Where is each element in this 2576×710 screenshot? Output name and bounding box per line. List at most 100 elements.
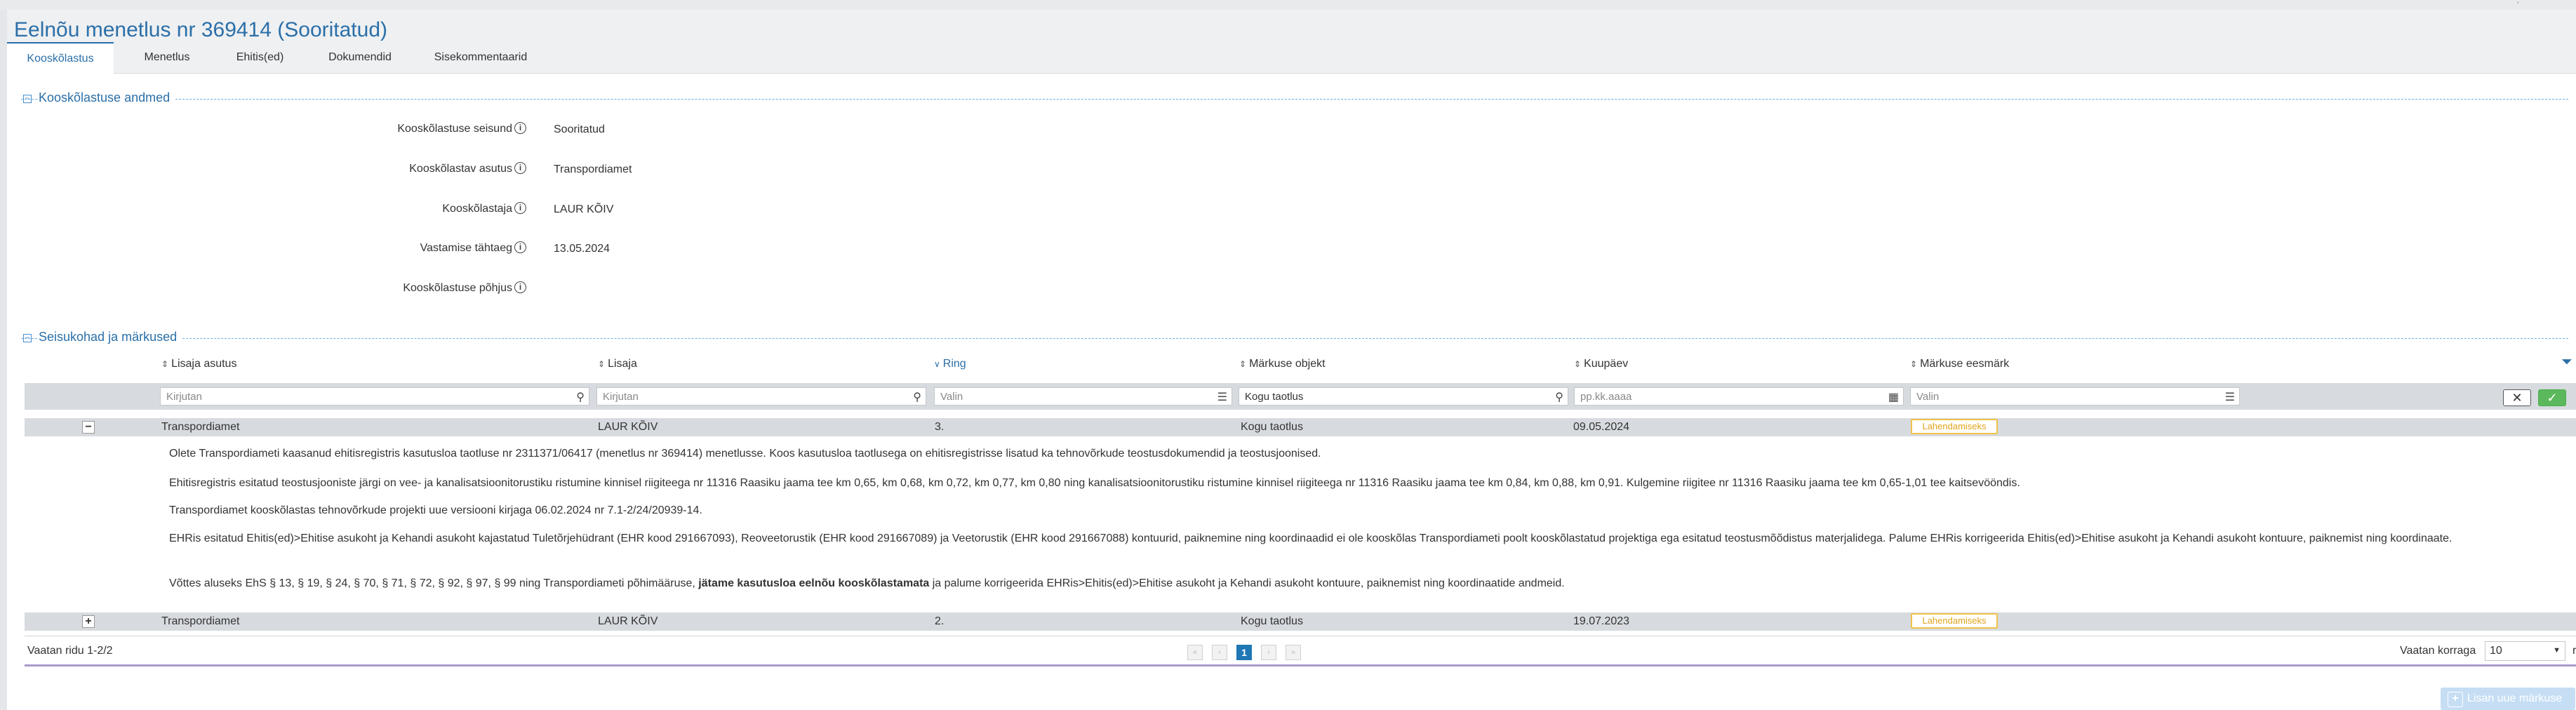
column-label: Lisaja [608, 358, 637, 370]
column-header-lisaja[interactable]: ⇕ Lisaja [598, 358, 637, 370]
page-size-suffix: rida [2572, 645, 2576, 657]
first-page-button[interactable]: « [1187, 645, 1203, 660]
info-icon[interactable]: i [514, 281, 526, 293]
tab-sisekommentaarid[interactable]: Sisekommentaarid [421, 42, 540, 73]
column-label: Kuupäev [1584, 358, 1629, 370]
column-label: Märkuse eesmärk [1920, 358, 2010, 370]
top-bar: ' [0, 0, 2576, 11]
detail-paragraph: Võttes aluseks EhS § 13, § 19, § 24, § 7… [169, 576, 2534, 591]
sort-icon: ⇕ [161, 359, 169, 369]
info-icon[interactable]: i [514, 162, 526, 174]
left-strip [0, 10, 7, 710]
list-icon[interactable]: ☰ [2225, 390, 2235, 404]
sort-icon: ⇕ [1239, 359, 1247, 369]
calendar-icon[interactable]: ▦ [1888, 390, 1899, 404]
field-asutus: Kooskõlastav asutus i Transpordiamet [0, 159, 842, 179]
filter-ring[interactable]: Valin ☰ [934, 387, 1232, 406]
filter-lisaja-asutus[interactable]: Kirjutan ⚲ [160, 387, 589, 406]
status-badge: Lahendamiseks [1911, 613, 1998, 629]
field-label: Kooskõlastuse seisund [397, 123, 512, 135]
table-row[interactable]: − Transpordiamet LAUR KÕIV 3. Kogu taotl… [25, 418, 2576, 436]
page-button-current[interactable]: 1 [1236, 645, 1252, 660]
cell-asutus: Transpordiamet [161, 615, 240, 627]
section-kooskolastuse-andmed: − Kooskõlastuse andmed [21, 91, 2568, 109]
tab-menetlus[interactable]: Menetlus [128, 42, 206, 73]
filter-markuse-objekt[interactable]: Kogu taotlus ⚲ [1239, 387, 1568, 406]
detail-paragraph: EHRis esitatud Ehitis(ed)>Ehitise asukoh… [169, 532, 2452, 544]
tab-ehitised[interactable]: Ehitis(ed) [220, 42, 300, 73]
last-page-button[interactable]: » [1286, 645, 1301, 660]
column-header-markuse-eesmark[interactable]: ⇕ Märkuse eesmärk [1910, 358, 2009, 370]
column-header-lisaja-asutus[interactable]: ⇕ Lisaja asutus [161, 358, 236, 370]
filter-placeholder: pp.kk.aaaa [1580, 391, 1632, 403]
sort-icon: ⇕ [598, 359, 606, 369]
info-icon[interactable]: i [514, 122, 526, 134]
page-size-select[interactable]: 10 ▼ [2485, 641, 2565, 661]
collapse-row-button[interactable]: − [82, 421, 95, 434]
filter-markuse-eesmark[interactable]: Valin ☰ [1910, 387, 2240, 406]
field-kooskolastaja: Kooskõlastaja i LAUR KÕIV [0, 199, 842, 219]
detail-paragraph: Transpordiamet kooskõlastas tehnovõrkude… [169, 504, 702, 516]
sort-icon: ⇕ [1910, 359, 1918, 369]
search-icon[interactable]: ⚲ [1555, 390, 1563, 404]
filter-value: Kogu taotlus [1245, 391, 1304, 403]
column-label: Märkuse objekt [1249, 358, 1326, 370]
section-divider [21, 338, 2568, 339]
detail-paragraph: Ehitisregistris esitatud teostusjooniste… [169, 477, 2020, 489]
plus-icon: + [2448, 692, 2463, 707]
filter-bar: Kirjutan ⚲ Kirjutan ⚲ Valin ☰ Kogu taotl… [25, 383, 2576, 410]
cell-kuupaev: 19.07.2023 [1573, 615, 1630, 627]
sort-desc-icon: ∨ [934, 359, 940, 369]
page-size-value: 10 [2490, 645, 2502, 657]
sort-icon: ⇕ [1574, 359, 1582, 369]
expand-row-button[interactable]: + [82, 615, 95, 628]
section-seisukohad: − Seisukohad ja märkused [21, 330, 2568, 348]
search-icon[interactable]: ⚲ [576, 390, 585, 404]
field-label: Kooskõlastav asutus [409, 163, 512, 175]
next-page-button[interactable]: › [1261, 645, 1276, 660]
detail-paragraph: Olete Transpordiameti kaasanud ehitisreg… [169, 448, 1321, 460]
field-label: Kooskõlastuse põhjus [403, 282, 512, 294]
add-remark-label: Lisan uue märkuse [2467, 692, 2563, 704]
filter-lisaja[interactable]: Kirjutan ⚲ [596, 387, 926, 406]
tab-dokumendid[interactable]: Dokumendid [314, 42, 406, 73]
filter-kuupaev[interactable]: pp.kk.aaaa ▦ [1574, 387, 1904, 406]
detail-text-bold: jätame kasutusloa eelnõu kooskõlastamata [698, 577, 930, 589]
cell-lisaja: LAUR KÕIV [598, 421, 658, 433]
clear-filter-button[interactable]: ✕ [2503, 389, 2531, 406]
column-header-kuupaev[interactable]: ⇕ Kuupäev [1574, 358, 1628, 370]
cell-lisaja: LAUR KÕIV [598, 615, 658, 627]
list-icon[interactable]: ☰ [1217, 390, 1227, 404]
table-footer: Vaatan ridu 1-2/2 « ‹ 1 › » Vaatan korra… [25, 636, 2576, 667]
filter-funnel-icon[interactable]: ⏷ [2561, 354, 2572, 370]
field-value: Transpordiamet [554, 163, 632, 175]
detail-text: Võttes aluseks EhS § 13, § 19, § 24, § 7… [169, 577, 699, 589]
status-badge: Lahendamiseks [1911, 419, 1998, 434]
tab-kooskolastus[interactable]: Kooskõlastus [7, 42, 114, 74]
table-row[interactable]: + Transpordiamet LAUR KÕIV 2. Kogu taotl… [25, 612, 2576, 631]
column-label: Ring [942, 358, 966, 370]
cell-asutus: Transpordiamet [161, 421, 240, 433]
field-pohjus: Kooskõlastuse põhjus i [0, 279, 842, 298]
collapse-toggle-icon[interactable]: − [23, 94, 32, 103]
prev-page-button[interactable]: ‹ [1212, 645, 1227, 660]
page-header: Eelnõu menetlus nr 369414 (Sooritatud) [7, 10, 2576, 42]
field-value: 13.05.2024 [554, 243, 610, 255]
info-icon[interactable]: i [514, 241, 526, 253]
search-icon[interactable]: ⚲ [913, 390, 921, 404]
collapse-toggle-icon[interactable]: − [23, 333, 32, 342]
info-icon[interactable]: i [514, 202, 526, 214]
cell-objekt: Kogu taotlus [1241, 615, 1303, 627]
section-title: Kooskõlastuse andmed [39, 91, 175, 105]
add-remark-button[interactable]: + Lisan uue märkuse [2441, 688, 2575, 710]
field-label: Kooskõlastaja [442, 203, 512, 215]
column-header-markuse-objekt[interactable]: ⇕ Märkuse objekt [1239, 358, 1326, 370]
filter-placeholder: Kirjutan [603, 391, 639, 403]
apply-filter-button[interactable]: ✓ [2538, 389, 2566, 406]
filter-placeholder: Valin [940, 391, 963, 403]
field-seisund: Kooskõlastuse seisund i Sooritatud [0, 119, 842, 139]
filter-placeholder: Valin [1916, 391, 1940, 403]
column-header-ring[interactable]: ∨ Ring [934, 358, 966, 370]
column-label: Lisaja asutus [171, 358, 237, 370]
field-value: Sooritatud [554, 123, 605, 135]
